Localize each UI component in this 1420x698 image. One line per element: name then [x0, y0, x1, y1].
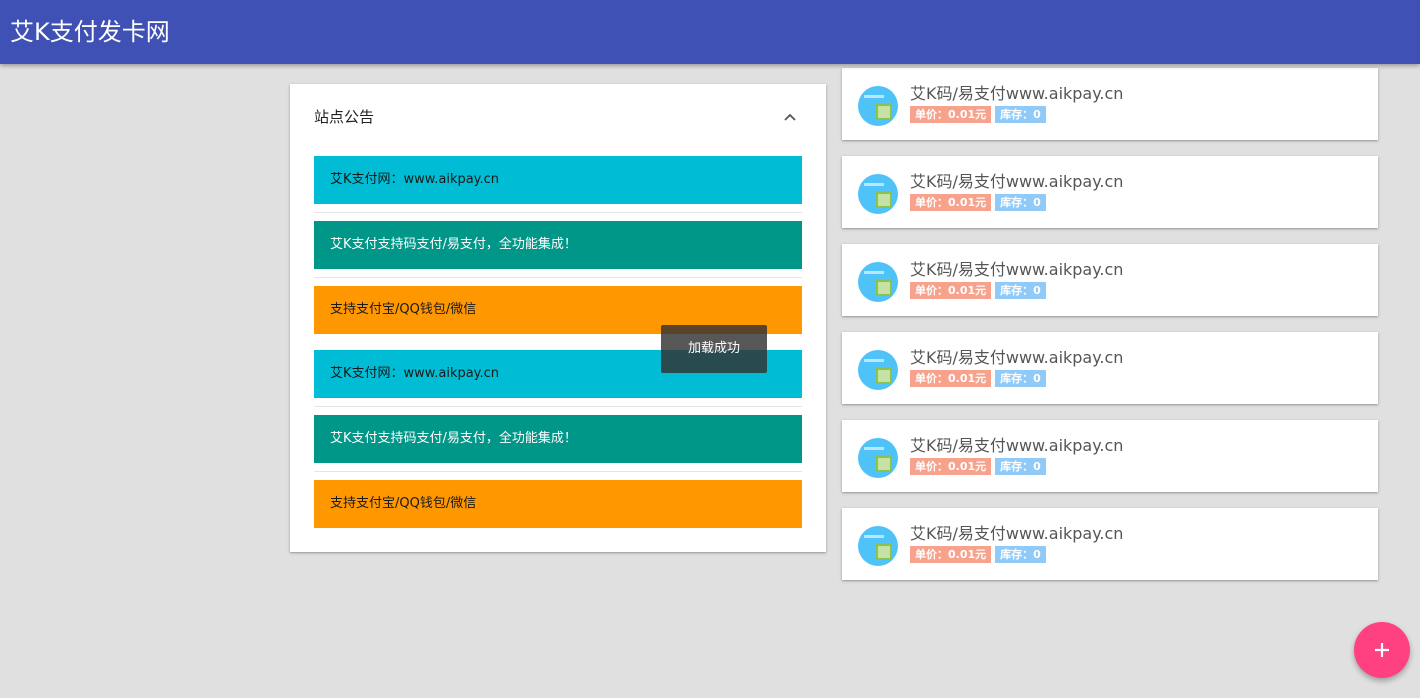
- stock-badge: 库存：0: [995, 458, 1046, 475]
- plus-icon: [1375, 643, 1389, 657]
- product-image-icon: [858, 174, 898, 214]
- notice-item[interactable]: 支持支付宝/QQ钱包/微信: [314, 480, 802, 528]
- product-image-icon: [858, 350, 898, 390]
- app-bar: 艾K支付发卡网: [0, 0, 1420, 64]
- product-image-icon: [858, 526, 898, 566]
- product-name: 艾K码/易支付www.aikpay.cn: [910, 524, 1124, 543]
- product-name: 艾K码/易支付www.aikpay.cn: [910, 172, 1124, 191]
- stock-badge: 库存：0: [995, 546, 1046, 563]
- product-list: 艾K码/易支付www.aikpay.cn 单价：0.01元 库存：0 艾K码/易支…: [842, 68, 1378, 596]
- product-image-icon: [858, 438, 898, 478]
- notice-item[interactable]: 艾K支付支持码支付/易支付，全功能集成！: [314, 221, 802, 269]
- stock-badge: 库存：0: [995, 194, 1046, 211]
- notice-title: 站点公告: [314, 108, 375, 126]
- add-button[interactable]: [1354, 622, 1410, 678]
- toast-message: 加载成功: [661, 325, 767, 373]
- product-name: 艾K码/易支付www.aikpay.cn: [910, 260, 1124, 279]
- divider: [314, 212, 802, 213]
- price-badge: 单价：0.01元: [910, 546, 992, 563]
- notice-item[interactable]: 艾K支付网：www.aikpay.cn: [314, 156, 802, 204]
- product-card[interactable]: 艾K码/易支付www.aikpay.cn 单价：0.01元 库存：0: [842, 508, 1378, 580]
- product-name: 艾K码/易支付www.aikpay.cn: [910, 436, 1124, 455]
- stock-badge: 库存：0: [995, 282, 1046, 299]
- stock-badge: 库存：0: [995, 106, 1046, 123]
- price-badge: 单价：0.01元: [910, 194, 992, 211]
- site-title[interactable]: 艾K支付发卡网: [10, 16, 170, 48]
- product-card[interactable]: 艾K码/易支付www.aikpay.cn 单价：0.01元 库存：0: [842, 244, 1378, 316]
- price-badge: 单价：0.01元: [910, 282, 992, 299]
- price-badge: 单价：0.01元: [910, 458, 992, 475]
- price-badge: 单价：0.01元: [910, 106, 992, 123]
- product-image-icon: [858, 262, 898, 302]
- chevron-up-icon[interactable]: [782, 109, 798, 125]
- product-name: 艾K码/易支付www.aikpay.cn: [910, 84, 1124, 103]
- divider: [314, 406, 802, 407]
- product-card[interactable]: 艾K码/易支付www.aikpay.cn 单价：0.01元 库存：0: [842, 156, 1378, 228]
- product-card[interactable]: 艾K码/易支付www.aikpay.cn 单价：0.01元 库存：0: [842, 332, 1378, 404]
- notice-item[interactable]: 艾K支付支持码支付/易支付，全功能集成！: [314, 415, 802, 463]
- product-card[interactable]: 艾K码/易支付www.aikpay.cn 单价：0.01元 库存：0: [842, 68, 1378, 140]
- product-card[interactable]: 艾K码/易支付www.aikpay.cn 单价：0.01元 库存：0: [842, 420, 1378, 492]
- divider: [314, 471, 802, 472]
- product-name: 艾K码/易支付www.aikpay.cn: [910, 348, 1124, 367]
- divider: [314, 277, 802, 278]
- notice-panel: 站点公告 艾K支付网：www.aikpay.cn 艾K支付支持码支付/易支付，全…: [290, 84, 826, 552]
- product-image-icon: [858, 86, 898, 126]
- price-badge: 单价：0.01元: [910, 370, 992, 387]
- stock-badge: 库存：0: [995, 370, 1046, 387]
- notice-header[interactable]: 站点公告: [314, 104, 802, 130]
